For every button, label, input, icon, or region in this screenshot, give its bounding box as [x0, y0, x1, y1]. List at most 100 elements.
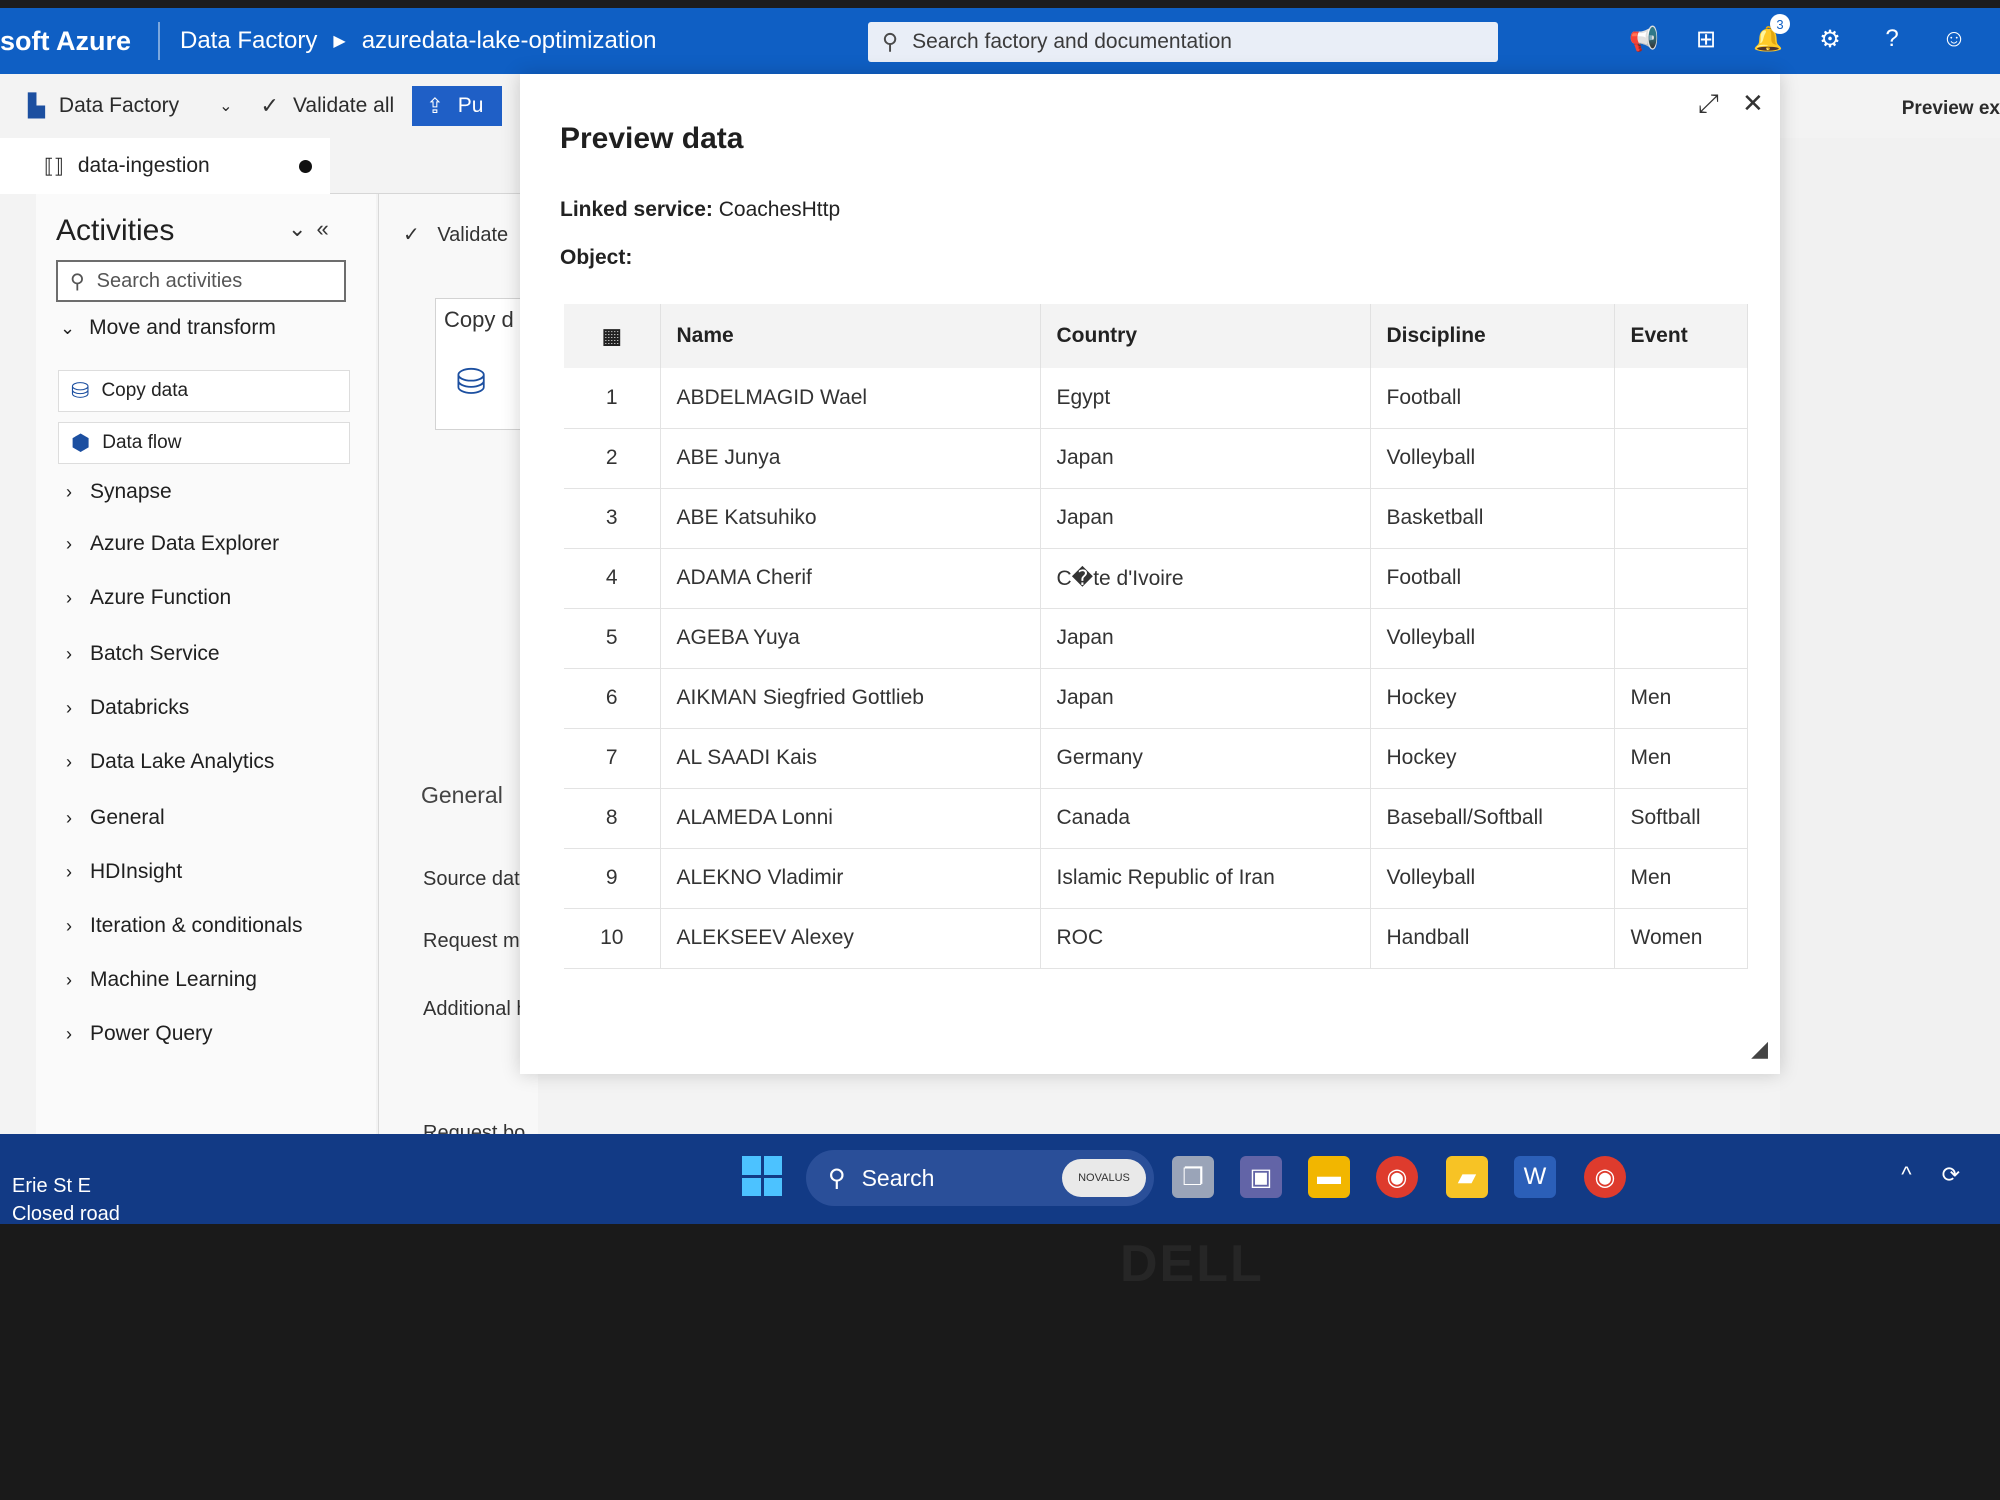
cell-discipline: Hockey	[1370, 728, 1615, 789]
cell-event: Men	[1614, 728, 1748, 789]
task-view-icon[interactable]: ❐	[1172, 1156, 1214, 1198]
validate-check-icon: ✓	[260, 93, 279, 118]
table-row: 1 ABDELMAGID Wael Egypt Football	[564, 368, 1748, 429]
chevron-up-icon[interactable]: ^	[1901, 1162, 1911, 1188]
search-icon: ⚲	[882, 29, 899, 54]
sticky-notes-icon[interactable]: ▰	[1446, 1156, 1488, 1198]
preview-experience-label[interactable]: Preview ex	[1902, 98, 2000, 120]
weather-line-1: Erie St E	[12, 1175, 91, 1197]
column-header-name[interactable]: Name	[660, 304, 1041, 368]
category-general[interactable]: › General	[66, 806, 165, 830]
row-number: 5	[564, 608, 661, 669]
chrome-icon[interactable]: ◉	[1376, 1156, 1418, 1198]
category-label: Power Query	[90, 1022, 213, 1045]
category-label: Synapse	[90, 480, 172, 503]
cell-country: Canada	[1040, 788, 1371, 849]
tab-label: data-ingestion	[77, 154, 210, 177]
notifications-badge: 3	[1770, 14, 1790, 34]
cell-country: Islamic Republic of Iran	[1040, 848, 1371, 909]
activity-data-flow[interactable]: ⬢ Data flow	[58, 422, 350, 464]
close-icon[interactable]: ✕	[1742, 88, 1764, 119]
table-grid-icon: ▦	[564, 304, 661, 368]
table-row: 7 AL SAADI Kais Germany Hockey Men	[564, 728, 1748, 789]
table-row: 3 ABE Katsuhiko Japan Basketball	[564, 488, 1748, 549]
validate-button[interactable]: ✓ Validate	[403, 222, 508, 247]
category-synapse[interactable]: › Synapse	[66, 480, 172, 504]
breadcrumb-data-factory[interactable]: Data Factory	[180, 27, 317, 55]
data-flow-icon: ⬢	[71, 430, 91, 455]
word-icon[interactable]: W	[1514, 1156, 1556, 1198]
windows-start-icon[interactable]	[742, 1156, 782, 1196]
table-row: 4 ADAMA Cherif C�te d'Ivoire Football	[564, 548, 1748, 609]
chrome-profile-icon[interactable]: ◉	[1584, 1156, 1626, 1198]
category-data-lake-analytics[interactable]: › Data Lake Analytics	[66, 750, 274, 774]
feedback-icon[interactable]: ☺	[1938, 22, 1970, 56]
brand-name[interactable]: soft Azure	[0, 26, 138, 57]
column-header-country[interactable]: Country	[1040, 304, 1371, 368]
category-azure-data-explorer[interactable]: › Azure Data Explorer	[66, 532, 279, 556]
cell-country: ROC	[1040, 908, 1371, 969]
activity-copy-data[interactable]: ⛁ Copy data	[58, 370, 350, 412]
factory-selector[interactable]: ▙ Data Factory ⌄	[28, 93, 233, 119]
category-iteration-conditionals[interactable]: › Iteration & conditionals	[66, 914, 302, 938]
sync-icon[interactable]: ⟳	[1942, 1162, 1960, 1188]
settings-gear-icon[interactable]: ⚙	[1814, 22, 1846, 56]
hide-panel-icon[interactable]: «	[316, 216, 338, 241]
cell-country: Germany	[1040, 728, 1371, 789]
weather-widget[interactable]: Erie St E Closed road	[12, 1172, 120, 1228]
category-azure-function[interactable]: › Azure Function	[66, 586, 231, 610]
teams-icon[interactable]: ▣	[1240, 1156, 1282, 1198]
chevron-right-icon: ›	[66, 587, 72, 608]
resize-handle-icon[interactable]: ◢	[1751, 1036, 1768, 1062]
activities-search-input[interactable]: ⚲ Search activities	[56, 260, 346, 302]
cell-country: C�te d'Ivoire	[1040, 548, 1371, 609]
cell-country: Japan	[1040, 428, 1371, 489]
publish-all-button[interactable]: ⇪ Pu	[412, 86, 503, 126]
category-batch-service[interactable]: › Batch Service	[66, 642, 220, 666]
global-search-input[interactable]: ⚲ Search factory and documentation	[868, 22, 1498, 62]
node-label: Copy d	[444, 307, 514, 332]
category-label: Machine Learning	[90, 968, 257, 991]
category-label: Data Lake Analytics	[90, 750, 275, 773]
announcement-icon[interactable]: 📢	[1628, 22, 1660, 56]
tab-data-ingestion[interactable]: ⟦⟧ data-ingestion	[0, 138, 330, 194]
cell-name: AL SAADI Kais	[660, 728, 1041, 789]
tab-general[interactable]: General	[421, 782, 503, 809]
category-label: Databricks	[90, 696, 190, 719]
chevron-down-icon: ⌄	[60, 317, 76, 338]
category-databricks[interactable]: › Databricks	[66, 696, 189, 720]
activities-search-placeholder: Search activities	[96, 269, 243, 292]
switch-directory-icon[interactable]: ⊞	[1690, 22, 1722, 56]
search-icon: ⚲	[828, 1164, 846, 1192]
category-power-query[interactable]: › Power Query	[66, 1022, 213, 1046]
maximize-icon[interactable]: ⤢	[1698, 88, 1719, 120]
category-hdinsight[interactable]: › HDInsight	[66, 860, 182, 884]
collapse-all-icon[interactable]: ⌄	[288, 216, 316, 241]
notifications-icon[interactable]: 🔔 3	[1752, 14, 1790, 56]
factory-icon: ▙	[28, 93, 45, 118]
validate-all-button[interactable]: ✓ Validate all	[261, 93, 395, 119]
column-header-discipline[interactable]: Discipline	[1370, 304, 1615, 368]
prop-source-dataset: Source data	[423, 868, 531, 890]
factory-selector-label: Data Factory	[58, 94, 180, 117]
table-row: 6 AIKMAN Siegfried Gottlieb Japan Hockey…	[564, 668, 1748, 729]
category-machine-learning[interactable]: › Machine Learning	[66, 968, 257, 992]
column-header-event[interactable]: Event	[1614, 304, 1748, 368]
linked-service-label: Linked service:	[560, 198, 713, 221]
activity-label: Data flow	[102, 432, 182, 453]
file-explorer-icon[interactable]: ▬	[1308, 1156, 1350, 1198]
category-label: Azure Data Explorer	[90, 532, 280, 555]
top-bar-separator	[158, 22, 160, 60]
group-label: Move and transform	[89, 316, 276, 339]
row-number: 7	[564, 728, 661, 789]
help-icon[interactable]: ?	[1876, 22, 1908, 56]
breadcrumb-factory-name[interactable]: azuredata-lake-optimization	[362, 27, 657, 55]
row-number: 8	[564, 788, 661, 849]
group-move-and-transform[interactable]: ⌄ Move and transform	[60, 316, 276, 340]
taskbar-search[interactable]: ⚲ Search NOVALUS	[806, 1150, 1154, 1206]
chevron-right-icon: ›	[66, 861, 72, 882]
row-number: 10	[564, 908, 661, 969]
row-number: 1	[564, 368, 661, 429]
cell-event	[1614, 608, 1748, 669]
cell-event	[1614, 428, 1748, 489]
